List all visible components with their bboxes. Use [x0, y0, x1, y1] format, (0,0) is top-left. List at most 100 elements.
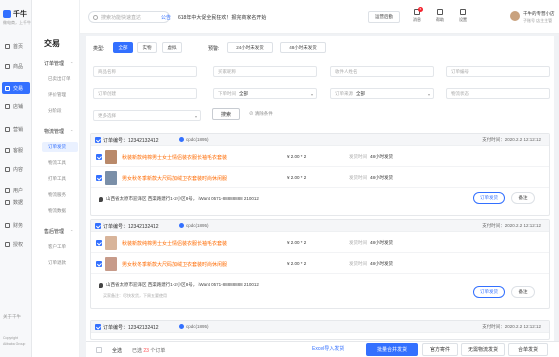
remark-button[interactable]: 备注 [511, 192, 535, 204]
field-placeholder: 订单编号 [451, 68, 469, 74]
nav-item-label: 财务 [13, 222, 24, 229]
product-checkbox[interactable] [96, 154, 102, 160]
official-send-button[interactable]: 官方寄件 [422, 343, 458, 356]
product-checkbox[interactable] [96, 240, 102, 246]
shop-icon [5, 103, 10, 109]
sub-nav-item[interactable]: 物流服务 [48, 192, 66, 198]
nav-item[interactable]: 内容 [2, 163, 30, 175]
order-tag-text: cpdc(1895) [186, 137, 209, 142]
avatar[interactable] [510, 11, 520, 21]
nav-item[interactable]: 店铺 [2, 100, 30, 112]
nav-item[interactable]: 首页 [2, 40, 30, 52]
order-checkbox[interactable] [95, 324, 101, 330]
nav-item[interactable]: 营销 [2, 123, 30, 135]
nav-item[interactable]: 数据 [2, 196, 30, 208]
product-checkbox[interactable] [96, 261, 102, 267]
header-settings-button[interactable]: 设置 [455, 9, 471, 23]
sub-nav-item[interactable]: 已卖出订单 [48, 76, 71, 82]
sub-nav-item[interactable]: 客户工单 [48, 244, 66, 250]
nav-item[interactable]: 财务 [2, 219, 30, 231]
filter-field[interactable]: 买家昵称 [213, 66, 317, 77]
warning-chip[interactable]: 48小时未发货 [280, 42, 326, 53]
order-tag[interactable]: cpdc(1895) [179, 324, 209, 329]
ship-order-button[interactable]: 订单发货 [473, 286, 505, 298]
clear-filters-link[interactable]: ⊘ 清除条件 [249, 111, 273, 117]
nav-item-label: 数据 [13, 199, 24, 206]
user-name[interactable]: 千牛的专营小店 [523, 11, 555, 17]
sub-nav-item[interactable]: 打单工具 [48, 176, 66, 182]
ship-time-label: 发货时间 [349, 175, 367, 180]
product-title[interactable]: 男女秋冬季新款大尺码加绒卫衣套装时尚休闲服 [122, 261, 227, 268]
ship-order-button[interactable]: 订单发货 [473, 192, 505, 204]
order-tag[interactable]: cpdc(1895) [179, 223, 209, 228]
address-text: 山西省太原市迎泽区 西渠路建行1-2小区8号， iWant 0571-88888… [106, 282, 259, 287]
header-bell-button[interactable]: 5 消息 [409, 7, 425, 23]
sub-nav: 交易 订单管理 ⌃ 已卖出订单 评价管理 分阶段 物流管理 ⌃ 订单发货 物流工具 打单工具 物流服… [32, 0, 80, 357]
no-logistics-ship-button[interactable]: 无需物流发货 [461, 343, 505, 356]
order-card: 订单编号：12342132412 cpdc(1895) 支付时间：2020.2.2 … [90, 133, 550, 216]
product-title[interactable]: 秋装新款纯棉男士女士情侣装衣服长袖毛衣套装 [122, 240, 227, 247]
ship-time-value: 48小时发货 [370, 154, 394, 159]
sub-nav-group-label: 售后管理 [44, 229, 65, 235]
product-row: 秋装新款纯棉男士女士情侣装衣服长袖毛衣套装 ¥ 2.00 * 2 发货时间 48小时发… [91, 147, 549, 167]
filter-field[interactable]: 订单编号 [446, 66, 550, 77]
nav-item[interactable]: 授权 [2, 238, 30, 250]
field-label: 订单来源 [335, 90, 353, 96]
sub-nav-item[interactable]: 订单发货 [42, 142, 78, 152]
operations-button[interactable]: 运营后勤 [368, 11, 400, 23]
merge-ship-button[interactable]: 合单发货 [508, 343, 548, 356]
sub-nav-item[interactable]: 物流数据 [48, 208, 66, 214]
chevron-down-icon: ▾ [427, 92, 430, 97]
sub-nav-item[interactable]: 订单退款 [48, 260, 66, 266]
header-help-button[interactable]: 帮助 [432, 9, 448, 23]
batch-action-bar: 全选 已选 23 个订单 Excel导入发货 批量合并发货 官方寄件 无需物流发货合… [86, 341, 559, 357]
settings-icon [460, 9, 466, 15]
sub-nav-item[interactable]: 评价管理 [48, 92, 66, 98]
sub-nav-item[interactable]: 分阶段 [48, 108, 62, 114]
excel-import-link[interactable]: Excel导入发货 [312, 345, 344, 352]
nav-item[interactable]: 用户 [2, 184, 30, 196]
order-tag[interactable]: cpdc(1895) [179, 137, 209, 142]
product-row: 男女秋冬季新款大尺码加绒卫衣套装时尚休闲服 ¥ 2.00 * 2 发货时间 48小时发… [91, 254, 549, 274]
sub-nav-group-label: 订单管理 [44, 61, 65, 67]
notice-text[interactable]: 618年中大促全民狂欢！报完商家名开始 [178, 14, 266, 21]
select-all-checkbox[interactable] [96, 347, 102, 353]
about-link[interactable]: 关于千牛 [3, 314, 21, 320]
remark-button[interactable]: 备注 [511, 286, 535, 298]
filter-field[interactable]: 订单创建 [93, 88, 197, 99]
type-chip[interactable]: 全部 [113, 42, 133, 53]
nav-item[interactable]: 商品 [2, 60, 30, 72]
product-thumbnail[interactable] [105, 236, 117, 250]
ship-time-label: 发货时间 [349, 154, 367, 159]
filter-field[interactable]: 商品名称 [93, 66, 197, 77]
search-button[interactable]: 搜索 [212, 108, 240, 120]
select-all-label[interactable]: 全选 [112, 347, 122, 354]
product-title[interactable]: 男女秋冬季新款大尺码加绒卫衣套装时尚休闲服 [122, 175, 227, 182]
filter-field[interactable]: 下单时间 全部 ▾ [213, 88, 317, 99]
product-thumbnail[interactable] [105, 150, 117, 164]
type-chip[interactable]: 实物 [137, 42, 157, 53]
product-thumbnail[interactable] [105, 171, 117, 185]
warning-chip[interactable]: 24小时未发货 [227, 42, 273, 53]
sub-nav-group[interactable]: 物流管理 ⌃ [44, 128, 73, 135]
filter-field[interactable]: 订单来源 全部 ▾ [330, 88, 434, 99]
product-row: 男女秋冬季新款大尺码加绒卫衣套装时尚休闲服 ¥ 2.00 * 2 发货时间 48小时发… [91, 168, 549, 188]
batch-merge-ship-button[interactable]: 批量合并发货 [366, 343, 418, 356]
product-thumbnail[interactable] [105, 257, 117, 271]
global-search-input[interactable]: 搜索功能快速直达 [88, 11, 170, 23]
filter-field[interactable]: 收件人姓名 [330, 66, 434, 77]
filter-field[interactable]: 更多选择 ▾ [93, 110, 201, 121]
nav-item[interactable]: 交易 [2, 82, 30, 94]
filter-field[interactable]: 物流状态 [446, 88, 550, 99]
product-price: ¥ 2.00 * 2 [287, 154, 307, 159]
address-text: 山西省太原市迎泽区 西渠路建行1-2小区8号， iWant 0571-88888… [106, 196, 259, 201]
sub-nav-group[interactable]: 售后管理 ⌃ [44, 228, 73, 235]
sub-nav-group[interactable]: 订单管理 ⌃ [44, 60, 73, 67]
type-chip[interactable]: 虚拟 [162, 42, 182, 53]
product-checkbox[interactable] [96, 175, 102, 181]
order-checkbox[interactable] [95, 137, 101, 143]
nav-item[interactable]: 客服 [2, 144, 30, 156]
sub-nav-item[interactable]: 物流工具 [48, 160, 66, 166]
product-title[interactable]: 秋装新款纯棉男士女士情侣装衣服长袖毛衣套装 [122, 154, 227, 161]
order-checkbox[interactable] [95, 223, 101, 229]
